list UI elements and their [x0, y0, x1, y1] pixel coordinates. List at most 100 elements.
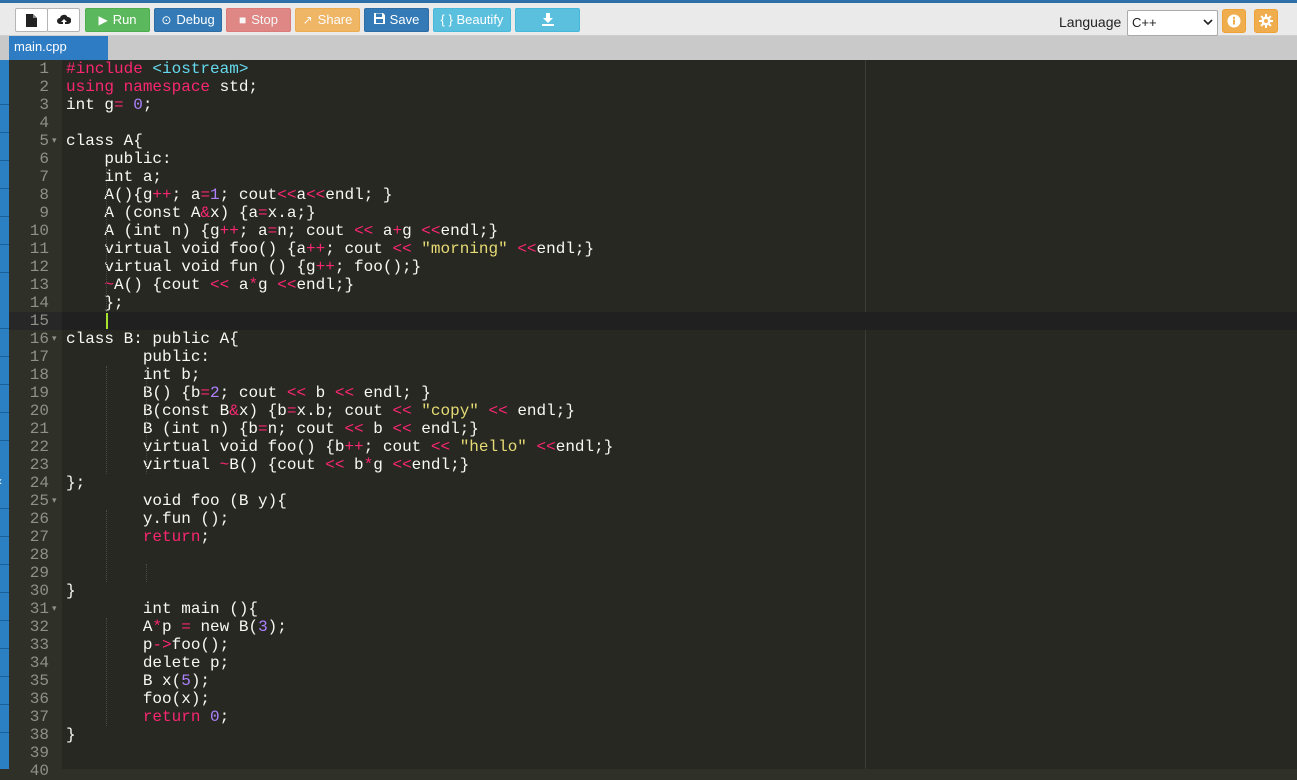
language-value: C++ [1132, 15, 1157, 30]
stop-button[interactable]: ■ Stop [226, 8, 291, 32]
code-text: }; [66, 474, 85, 492]
code-token: a [296, 186, 307, 204]
line-number: 18 [29, 366, 49, 384]
line-number: 25 [29, 492, 49, 510]
code-line: 36 foo(x); [0, 690, 1297, 708]
code-token: int main (){ [66, 600, 259, 618]
play-icon: ▶ [98, 13, 108, 27]
line-number: 12 [29, 258, 49, 276]
code-line: 38} [0, 726, 1297, 744]
chevron-down-icon [1203, 19, 1213, 26]
code-text: B(const B&x) {b=x.b; cout << "copy" << e… [66, 402, 575, 420]
debug-button[interactable]: ⊙ Debug [154, 8, 222, 32]
code-line: 37 return 0; [0, 708, 1297, 726]
new-file-button[interactable] [15, 8, 48, 32]
code-token: n; cout [267, 420, 345, 438]
code-token: ; foo();} [334, 258, 422, 276]
line-number: 22 [29, 438, 49, 456]
info-icon [1227, 14, 1241, 28]
code-line: 3 int g= 0; [0, 96, 1297, 114]
code-line: 2 using namespace std; [0, 78, 1297, 96]
code-token: * [248, 276, 259, 294]
line-number: 15 [29, 312, 49, 330]
line-number: 3 [39, 96, 49, 114]
indent-guide [146, 366, 147, 474]
code-token: = [200, 186, 211, 204]
tab-main-cpp[interactable]: main.cpp [9, 36, 108, 60]
code-token: ; [142, 96, 153, 114]
code-token: B x( [66, 672, 182, 690]
code-token: "copy" [421, 402, 479, 420]
code-token: endl;} [507, 402, 575, 420]
beautify-button[interactable]: { } Beautify [433, 8, 511, 32]
code-line: 19 B() {b=2; cout << b << endl; } [0, 384, 1297, 402]
code-token: namespace [123, 78, 220, 96]
code-token: 5 [181, 672, 191, 690]
code-token: B() {b [66, 384, 201, 402]
code-line: 29 [0, 564, 1297, 582]
fold-toggle-icon[interactable]: ▾ [52, 132, 57, 150]
code-token: = [181, 618, 191, 636]
line-number: 17 [29, 348, 49, 366]
stop-icon: ■ [239, 13, 247, 27]
run-button[interactable]: ▶ Run [85, 8, 150, 32]
line-number: 24 [29, 474, 49, 492]
settings-button[interactable] [1254, 9, 1278, 33]
code-line: 16 ▾ class B: public A{ [0, 330, 1297, 348]
share-button[interactable]: ↗ Share [295, 8, 360, 32]
code-text: } [66, 726, 76, 744]
code-token: "morning" [421, 240, 508, 258]
code-text: A(){g++; a=1; cout<<a<<endl; } [66, 186, 393, 204]
save-label: Save [389, 12, 420, 27]
fold-toggle-icon[interactable]: ▾ [52, 492, 57, 510]
upload-button[interactable] [47, 8, 80, 32]
debug-label: Debug [176, 12, 215, 27]
line-number: 31 [29, 600, 49, 618]
line-number: 9 [39, 204, 49, 222]
code-text: }; [66, 294, 123, 312]
beautify-label: { } Beautify [440, 12, 504, 27]
code-token: 0 [210, 708, 220, 726]
code-token: = [258, 420, 268, 438]
code-line: 22 virtual void foo() {b++; cout << "hel… [0, 438, 1297, 456]
code-token: endl; } [325, 186, 393, 204]
code-token: + [392, 222, 403, 240]
file-icon [26, 14, 37, 27]
code-line: 25 ▾ void foo (B y){ [0, 492, 1297, 510]
code-token: virtual [66, 456, 220, 474]
code-line: 21 B (int n) {b=n; cout << b << endl;} [0, 420, 1297, 438]
code-line: 30} [0, 582, 1297, 600]
code-token: B(const B [66, 402, 230, 420]
code-token: int g [66, 96, 115, 114]
code-text: public: [66, 150, 171, 168]
indent-guide [146, 564, 147, 582]
code-text: class B: public A{ [66, 330, 239, 348]
info-button[interactable] [1222, 9, 1246, 33]
line-number: 13 [29, 276, 49, 294]
code-token: ; a [238, 222, 268, 240]
line-number: 5 [39, 132, 49, 150]
save-button[interactable]: Save [364, 8, 429, 32]
code-text: return; [66, 528, 210, 546]
code-line: 34 delete p; [0, 654, 1297, 672]
code-token: ++ [219, 222, 239, 240]
save-icon [373, 13, 385, 24]
download-button[interactable] [515, 8, 580, 32]
fold-toggle-icon[interactable]: ▾ [52, 600, 57, 618]
code-line: 27 return; [0, 528, 1297, 546]
language-select[interactable]: C++ [1127, 10, 1218, 36]
code-text: int g= 0; [66, 96, 152, 114]
line-number: 37 [29, 708, 49, 726]
code-token: endl;} [440, 222, 499, 240]
code-token: #include [66, 60, 153, 78]
code-token: class B: public A{ [66, 330, 239, 348]
code-token: 2 [210, 384, 220, 402]
line-number: 8 [39, 186, 49, 204]
indent-guide [106, 510, 107, 582]
fold-toggle-icon[interactable]: ▾ [52, 330, 57, 348]
code-text: foo(x); [66, 690, 210, 708]
